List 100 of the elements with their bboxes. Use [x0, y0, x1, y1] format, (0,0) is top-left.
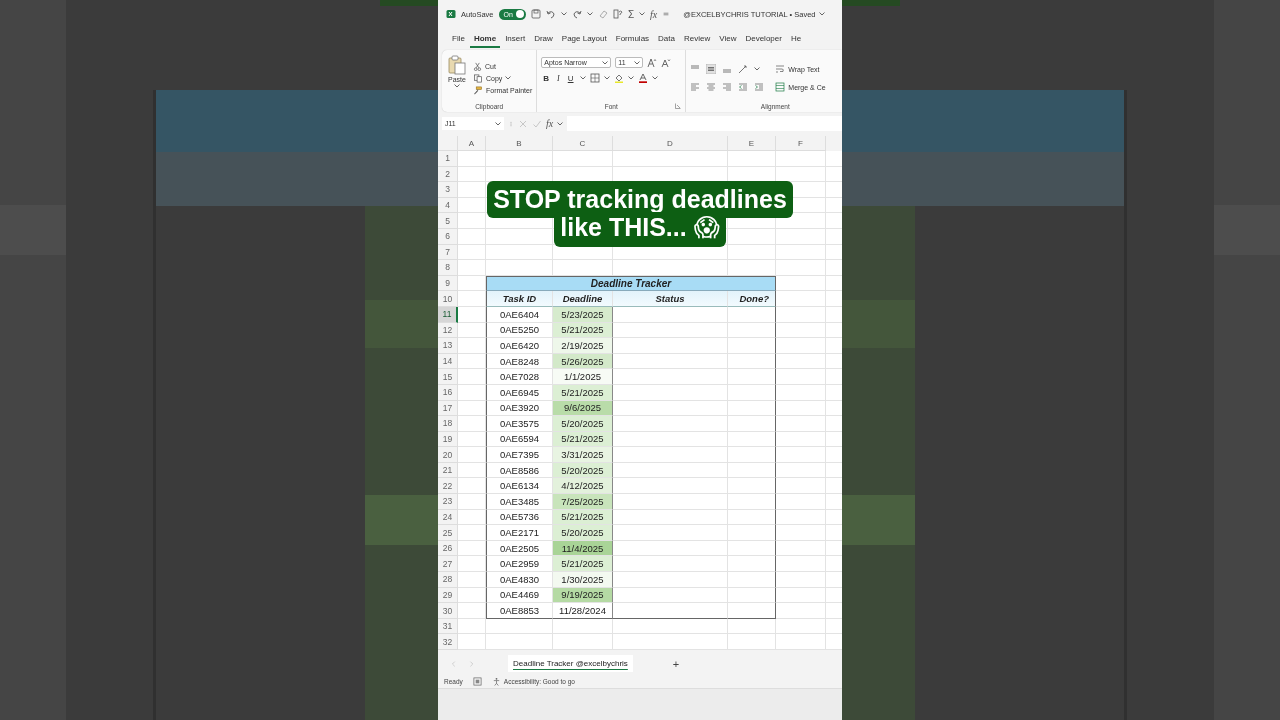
- row-number[interactable]: 30: [438, 603, 458, 619]
- caret-icon: [454, 84, 460, 88]
- caret-icon: [627, 76, 634, 80]
- redo-icon[interactable]: [571, 9, 582, 19]
- next-sheet-icon[interactable]: [468, 658, 476, 669]
- menu-tab[interactable]: Insert: [501, 30, 530, 48]
- caret-icon: [505, 76, 512, 80]
- table-cell: 5/20/2025: [553, 525, 613, 541]
- caret-icon: [602, 60, 609, 65]
- row-number[interactable]: 15: [438, 369, 458, 385]
- caret-icon: [639, 12, 646, 16]
- add-sheet-button[interactable]: +: [666, 656, 686, 671]
- caret-icon: [651, 76, 658, 80]
- accessibility-icon: [491, 676, 501, 686]
- column-header: Deadline: [553, 291, 613, 307]
- excel-logo-icon: [446, 9, 456, 19]
- row-number[interactable]: 27: [438, 556, 458, 573]
- autosum-button[interactable]: Σ: [627, 8, 635, 20]
- caret-icon: [634, 60, 641, 65]
- column-header: Status: [613, 291, 728, 307]
- caret-icon: [754, 67, 761, 71]
- table-cell: 5/21/2025: [553, 556, 613, 573]
- wrap-text-icon: [775, 64, 786, 74]
- menu-tab[interactable]: View: [715, 30, 741, 48]
- underline-button[interactable]: U: [565, 73, 576, 83]
- menu-tab[interactable]: He: [786, 30, 806, 48]
- row-number[interactable]: 8: [438, 260, 458, 276]
- undo-icon[interactable]: [545, 9, 556, 19]
- caret-icon: [557, 121, 564, 126]
- column-header[interactable]: B: [486, 136, 553, 151]
- table-cell: 7/25/2025: [553, 494, 613, 510]
- indent-icon[interactable]: [754, 82, 765, 92]
- column-header[interactable]: D: [613, 136, 728, 151]
- column-header[interactable]: F: [776, 136, 826, 151]
- sort-icon[interactable]: [612, 9, 623, 19]
- table-cell: 1/1/2025: [553, 369, 613, 385]
- table-cell: 3/31/2025: [553, 447, 613, 463]
- row-number[interactable]: 10: [438, 291, 458, 307]
- table-cell: 1/30/2025: [553, 572, 613, 588]
- row-number[interactable]: 5: [438, 213, 458, 229]
- menu-tab[interactable]: Review: [680, 30, 715, 48]
- table-cell: 4/12/2025: [553, 478, 613, 495]
- clipboard-icon: [448, 55, 466, 75]
- row-number[interactable]: 18: [438, 416, 458, 432]
- dialog-launcher-icon[interactable]: [675, 103, 682, 109]
- font-color-icon[interactable]: [637, 73, 648, 83]
- scissors-icon: [473, 61, 482, 71]
- menu-tab[interactable]: Page Layout: [557, 30, 611, 48]
- previous-sheet-icon[interactable]: [450, 658, 458, 669]
- customize-icon[interactable]: [662, 10, 671, 18]
- row-number[interactable]: 28: [438, 572, 458, 588]
- row-number[interactable]: 23: [438, 494, 458, 510]
- formula-input[interactable]: [567, 116, 842, 131]
- table-cell: 2/19/2025: [553, 338, 613, 354]
- insert-function-button[interactable]: fx: [650, 8, 658, 20]
- row-number[interactable]: 32: [438, 634, 458, 650]
- column-header: Task ID: [486, 291, 553, 307]
- eraser-icon[interactable]: [597, 9, 608, 19]
- row-number[interactable]: 20: [438, 447, 458, 463]
- shrink-font-icon[interactable]: [661, 57, 672, 68]
- borders-icon[interactable]: [589, 73, 600, 83]
- bold-button[interactable]: B: [541, 73, 552, 83]
- caret-icon: [579, 76, 586, 80]
- copy-icon: [473, 73, 483, 83]
- row-number[interactable]: 22: [438, 478, 458, 495]
- select-all-button[interactable]: [438, 136, 458, 151]
- caret-icon: [560, 12, 567, 16]
- italic-button[interactable]: I: [555, 73, 562, 83]
- row-number[interactable]: 13: [438, 338, 458, 354]
- sheet-tab[interactable]: Deadline Tracker @excelbychris: [508, 655, 633, 672]
- menu-tab[interactable]: Draw: [530, 30, 557, 48]
- grow-font-icon[interactable]: [647, 57, 658, 68]
- fill-color-icon[interactable]: [613, 73, 624, 83]
- check-icon[interactable]: [532, 118, 542, 129]
- column-header[interactable]: E: [728, 136, 776, 151]
- menu-tab[interactable]: Data: [654, 30, 679, 48]
- paintbrush-icon: [473, 85, 483, 95]
- table-cell: 5/20/2025: [553, 416, 613, 432]
- table-cell: 11/28/2024: [553, 603, 613, 619]
- indent-icon[interactable]: [738, 82, 749, 92]
- menu-tab[interactable]: File: [448, 30, 469, 48]
- caret-icon: [818, 12, 825, 16]
- row-number[interactable]: 3: [438, 182, 458, 198]
- table-cell: [728, 603, 776, 619]
- column-header[interactable]: C: [553, 136, 613, 151]
- column-header: Done?: [728, 291, 776, 307]
- save-icon[interactable]: [530, 9, 541, 19]
- column-header[interactable]: A: [458, 136, 486, 151]
- align-icon[interactable]: [706, 64, 717, 74]
- row-number[interactable]: 1: [438, 151, 458, 167]
- menu-tab[interactable]: Formulas: [611, 30, 654, 48]
- menu-tab[interactable]: Developer: [741, 30, 786, 48]
- merge-cells-icon: [775, 82, 786, 92]
- caret-icon: [586, 12, 593, 16]
- insert-function-button[interactable]: fx: [546, 118, 554, 129]
- macro-icon[interactable]: [472, 676, 482, 686]
- row-number[interactable]: 25: [438, 525, 458, 541]
- menu-tab[interactable]: Home: [469, 30, 501, 48]
- orientation-icon[interactable]: [738, 64, 749, 74]
- cancel-icon[interactable]: [518, 118, 528, 129]
